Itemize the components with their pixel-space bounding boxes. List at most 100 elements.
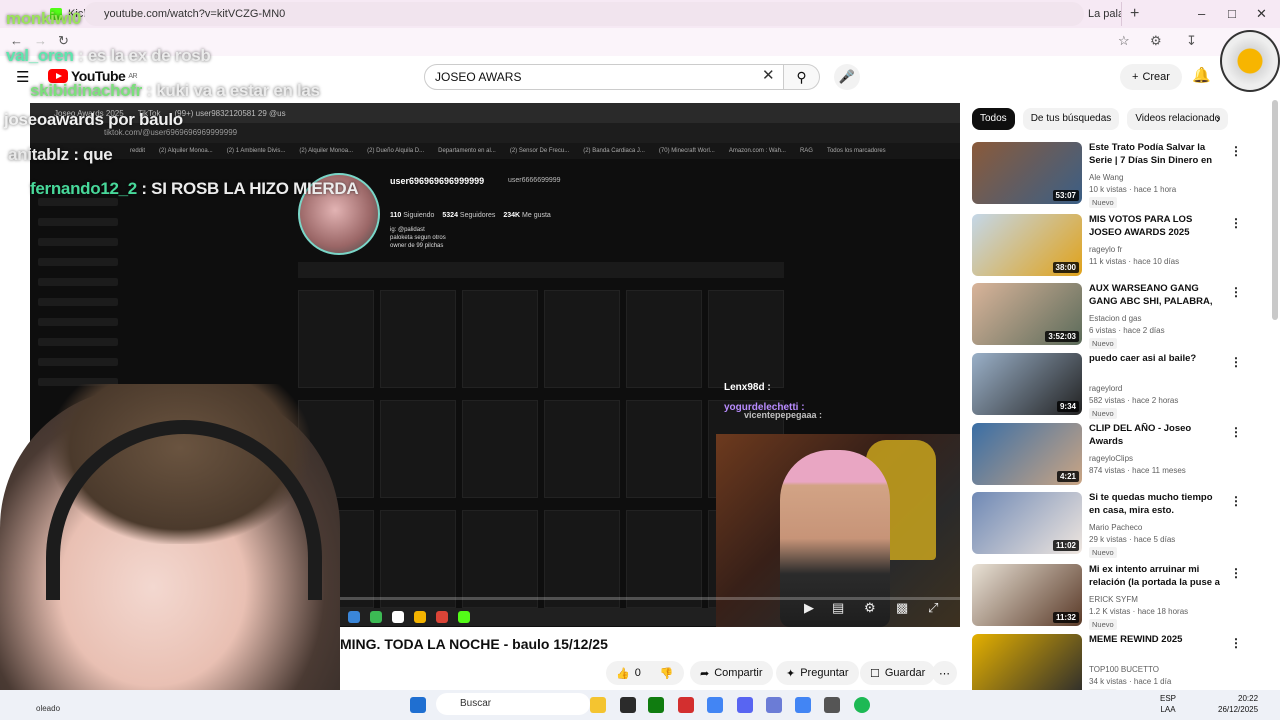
video-title[interactable]: Si te quedas mucho tiempo en casa, mira … — [1089, 492, 1225, 517]
chip-from-searches[interactable]: De tus búsquedas — [1022, 108, 1120, 130]
search-input[interactable]: JOSEO AWARS — [424, 64, 784, 90]
video-thumbnail[interactable]: 53:07 — [972, 142, 1082, 204]
subtitles-icon[interactable]: ▤ — [832, 600, 844, 616]
url-bar[interactable]: youtube.com/watch?v=kitVCZG-MN0 — [84, 2, 1084, 26]
channel-name[interactable]: Ale Wang — [1089, 173, 1123, 182]
app-icon[interactable] — [824, 697, 840, 713]
minimize-icon[interactable]: – — [1198, 6, 1205, 21]
file-explorer-icon[interactable] — [590, 697, 606, 713]
more-options-icon[interactable]: ⋮ — [1230, 355, 1242, 369]
share-button[interactable]: ➦ Compartir — [690, 661, 773, 685]
video-title[interactable]: AUX WARSEANO GANG GANG ABC SHI, PALABRA,… — [1089, 283, 1225, 309]
voice-search-icon[interactable]: 🎤 — [834, 64, 860, 90]
recommended-video[interactable]: 4:21 CLIP DEL AÑO - Joseo Awards rageyloCl… — [972, 423, 1242, 487]
create-button[interactable]: + Crear — [1120, 64, 1182, 90]
video-title[interactable]: puedo caer asi al baile? — [1089, 353, 1225, 366]
more-options-icon[interactable]: ⋮ — [1230, 636, 1242, 650]
channel-name[interactable]: Estacion d gas — [1089, 314, 1141, 323]
inner-bookmark: (2) Sensor De Frecu... — [509, 148, 570, 154]
like-button[interactable]: 👍 0 👎 — [606, 661, 684, 685]
close-window-icon[interactable]: ✕ — [1256, 6, 1267, 22]
tiktok-stats: 110 Siguiendo 5324 Seguidores 234K Me gu… — [390, 212, 551, 219]
video-thumbnail[interactable]: 9:34 — [972, 353, 1082, 415]
video-title[interactable]: CLIP DEL AÑO - Joseo Awards — [1089, 423, 1225, 448]
channel-name[interactable]: rageylo fr — [1089, 245, 1122, 254]
channel-name[interactable]: Mario Pacheco — [1089, 523, 1142, 532]
video-thumbnail[interactable]: 38:00 — [972, 214, 1082, 276]
video-thumbnail[interactable]: 4:21 — [972, 423, 1082, 485]
followers-label: Seguidores — [459, 212, 496, 219]
search-button[interactable]: ⚲ — [784, 64, 820, 90]
spotify-icon[interactable] — [854, 697, 870, 713]
channel-name[interactable]: ERICK SYFM — [1089, 595, 1138, 604]
channel-name[interactable]: rageyloClips — [1089, 454, 1133, 463]
new-badge: Nuevo — [1089, 619, 1117, 630]
video-title[interactable]: MEME REWIND 2025 — [1089, 634, 1225, 647]
more-actions-button[interactable]: ⋯ — [932, 661, 957, 685]
chip-all[interactable]: Todos — [972, 108, 1015, 130]
recommended-video[interactable]: 11:32 Mi ex intento arruinar mi relación … — [972, 564, 1242, 630]
in-video-taskbar — [340, 608, 716, 626]
ask-button[interactable]: ✦ Preguntar — [776, 661, 859, 685]
app-icon[interactable] — [648, 697, 664, 713]
menu-icon[interactable]: ☰ — [16, 68, 29, 86]
recommended-video[interactable]: 9:34 puedo caer asi al baile? rageylord 582… — [972, 353, 1242, 419]
extensions-icon[interactable]: ⚙ — [1150, 33, 1162, 49]
video-thumbnail[interactable]: 3:52:03 — [972, 283, 1082, 345]
video-duration: 9:34 — [1056, 401, 1079, 412]
chrome-icon[interactable] — [707, 697, 723, 713]
app-icon[interactable] — [620, 697, 636, 713]
channel-name[interactable]: TOP100 BUCETTO — [1089, 665, 1159, 674]
new-tab-icon[interactable]: + — [1130, 5, 1139, 23]
dislike-icon[interactable]: 👎 — [660, 667, 674, 680]
filter-chips: Todos De tus búsquedas Videos relacionad… — [972, 108, 1229, 130]
recommended-video[interactable]: 11:02 Si te quedas mucho tiempo en casa, … — [972, 492, 1242, 558]
more-options-icon[interactable]: ⋮ — [1230, 285, 1242, 299]
app-icon[interactable] — [766, 697, 782, 713]
search-icon: ⚲ — [796, 69, 807, 85]
video-title[interactable]: Mi ex intento arruinar mi relación (la p… — [1089, 564, 1225, 590]
video-thumbnail[interactable] — [972, 634, 1082, 696]
recommended-video[interactable]: 3:52:03 AUX WARSEANO GANG GANG ABC SHI, P… — [972, 283, 1242, 349]
inner-bookmark: (2) Banda Cardiaca J... — [583, 148, 645, 154]
windows-start-icon[interactable] — [410, 697, 426, 713]
recommended-video[interactable]: 38:00 MIS VOTOS PARA LOS JOSEO AWARDS 202… — [972, 214, 1242, 278]
more-options-icon[interactable]: ⋮ — [1230, 494, 1242, 508]
discord-icon[interactable] — [737, 697, 753, 713]
system-clock[interactable]: 20:22 26/12/2025 — [1218, 693, 1258, 715]
video-title[interactable]: MIS VOTOS PARA LOS JOSEO AWARDS 2025 — [1089, 214, 1225, 239]
settings-icon[interactable]: ⚙ — [864, 600, 876, 616]
video-duration: 4:21 — [1056, 471, 1079, 482]
recommended-video[interactable]: MEME REWIND 2025 TOP100 BUCETTO 34 k vista… — [972, 634, 1242, 700]
overlay-chat-line: joseoawards por baulo — [4, 110, 183, 129]
channel-name[interactable]: rageylord — [1089, 384, 1122, 393]
save-button[interactable]: ☐ Guardar — [860, 661, 936, 685]
video-thumbnail[interactable]: 11:32 — [972, 564, 1082, 626]
more-options-icon[interactable]: ⋮ — [1230, 216, 1242, 230]
taskbar-search[interactable]: Buscar — [436, 693, 590, 715]
more-options-icon[interactable]: ⋮ — [1230, 425, 1242, 439]
video-title[interactable]: Este Trato Podía Salvar la Serie | 7 Día… — [1089, 142, 1225, 168]
clear-search-icon[interactable]: ✕ — [762, 66, 775, 84]
maximize-icon[interactable]: □ — [1228, 6, 1236, 21]
chip-related[interactable]: Videos relacionado — [1127, 108, 1229, 130]
new-badge: Nuevo — [1089, 408, 1117, 419]
language-indicator[interactable]: ESP LAA — [1160, 693, 1176, 715]
miniplayer-icon[interactable]: ▩ — [896, 600, 908, 616]
recommended-video[interactable]: 53:07 Este Trato Podía Salvar la Serie | … — [972, 142, 1242, 208]
autoplay-toggle-icon[interactable]: ▶ — [804, 600, 814, 616]
more-options-icon[interactable]: ⋮ — [1230, 566, 1242, 580]
download-icon[interactable]: ↧ — [1186, 33, 1197, 49]
chevron-right-icon[interactable]: › — [1216, 111, 1220, 126]
chrome-icon[interactable] — [795, 697, 811, 713]
video-thumbnail[interactable]: 11:02 — [972, 492, 1082, 554]
app-icon[interactable] — [678, 697, 694, 713]
overlay-chat-line: skibidinachofr : kuki va a estar en las — [30, 81, 320, 100]
create-label: Crear — [1142, 71, 1170, 83]
fullscreen-icon[interactable]: ⤢ — [928, 600, 938, 616]
bookmark-star-icon[interactable]: ☆ — [1118, 33, 1130, 49]
scrollbar[interactable] — [1272, 100, 1278, 320]
more-options-icon[interactable]: ⋮ — [1230, 144, 1242, 158]
save-label: Guardar — [884, 667, 926, 679]
notifications-bell-icon[interactable]: 🔔 — [1192, 66, 1211, 84]
